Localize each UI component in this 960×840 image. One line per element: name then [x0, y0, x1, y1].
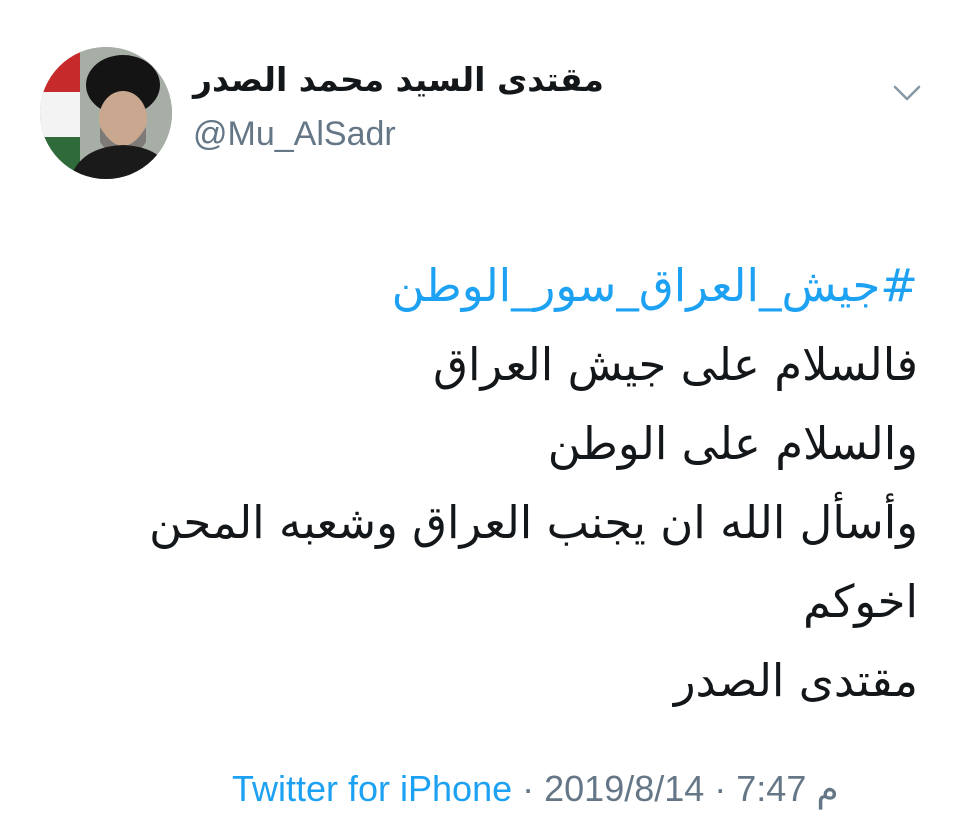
separator-dot: ·	[714, 768, 727, 809]
separator-dot: ·	[522, 768, 535, 809]
tweet-line: وأسأل الله ان يجنب العراق وشعبه المحن	[149, 496, 918, 549]
chevron-down-icon[interactable]	[888, 78, 926, 108]
hashtag-link[interactable]: #جيش_العراق_سور_الوطن	[58, 246, 918, 325]
tweet-metadata: Twitter for iPhone · 2019/8/14 · 7:47 م	[232, 764, 839, 814]
tweet-source-link[interactable]: Twitter for iPhone	[232, 768, 512, 809]
tweet-line: اخوكم	[803, 575, 918, 628]
tweet-line: فالسلام على جيش العراق	[433, 338, 918, 391]
avatar[interactable]	[40, 47, 172, 179]
tweet-time: 7:47 م	[736, 768, 839, 809]
author-handle[interactable]: @Mu_AlSadr	[193, 112, 396, 156]
tweet-line: والسلام على الوطن	[547, 417, 918, 470]
tweet-line: مقتدى الصدر	[673, 654, 918, 707]
tweet-date: 2019/8/14	[544, 768, 705, 809]
tweet-text: #جيش_العراق_سور_الوطن فالسلام على جيش ال…	[58, 246, 918, 720]
avatar-image	[40, 47, 172, 179]
author-display-name[interactable]: مقتدى السيد محمد الصدر	[193, 58, 604, 102]
